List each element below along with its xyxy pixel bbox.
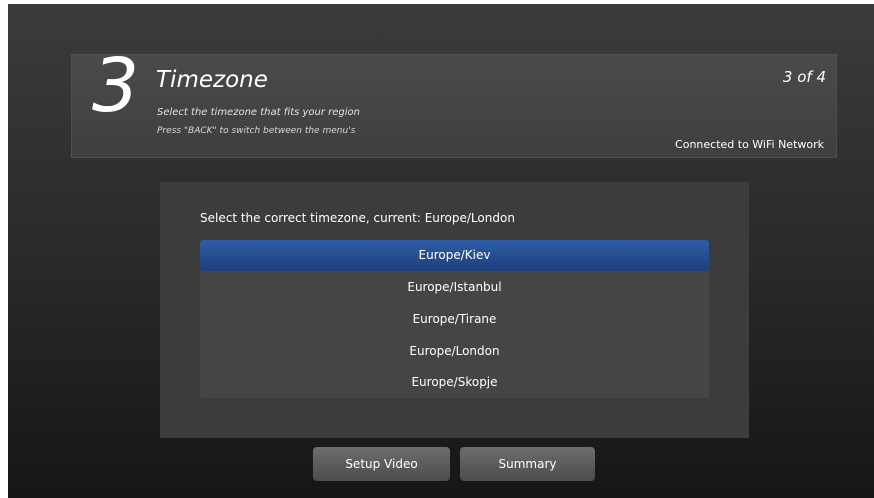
timezone-item-skopje[interactable]: Europe/Skopje — [200, 367, 709, 398]
step-hint: Press "BACK" to switch between the menu'… — [157, 126, 356, 136]
wifi-status: Connected to WiFi Network — [675, 138, 824, 151]
timezone-item-tirane[interactable]: Europe/Tirane — [200, 304, 709, 335]
setup-video-button[interactable]: Setup Video — [313, 447, 450, 481]
timezone-item-istanbul[interactable]: Europe/Istanbul — [200, 272, 709, 303]
step-number: 3 — [92, 43, 140, 129]
step-counter: 3 of 4 — [782, 68, 826, 86]
page-title: Timezone — [156, 67, 268, 93]
timezone-item-london[interactable]: Europe/London — [200, 336, 709, 367]
setup-screen: 3 Timezone Select the timezone that fits… — [8, 4, 874, 498]
step-header: 3 Timezone Select the timezone that fits… — [71, 49, 837, 158]
timezone-item-kiev[interactable]: Europe/Kiev — [200, 240, 709, 271]
step-description: Select the timezone that fits your regio… — [157, 107, 361, 118]
timezone-prompt: Select the correct timezone, current: Eu… — [200, 211, 515, 225]
timezone-panel: Select the correct timezone, current: Eu… — [160, 182, 749, 438]
timezone-list[interactable]: Europe/Kiev Europe/Istanbul Europe/Tiran… — [200, 240, 709, 398]
summary-button[interactable]: Summary — [460, 447, 595, 481]
